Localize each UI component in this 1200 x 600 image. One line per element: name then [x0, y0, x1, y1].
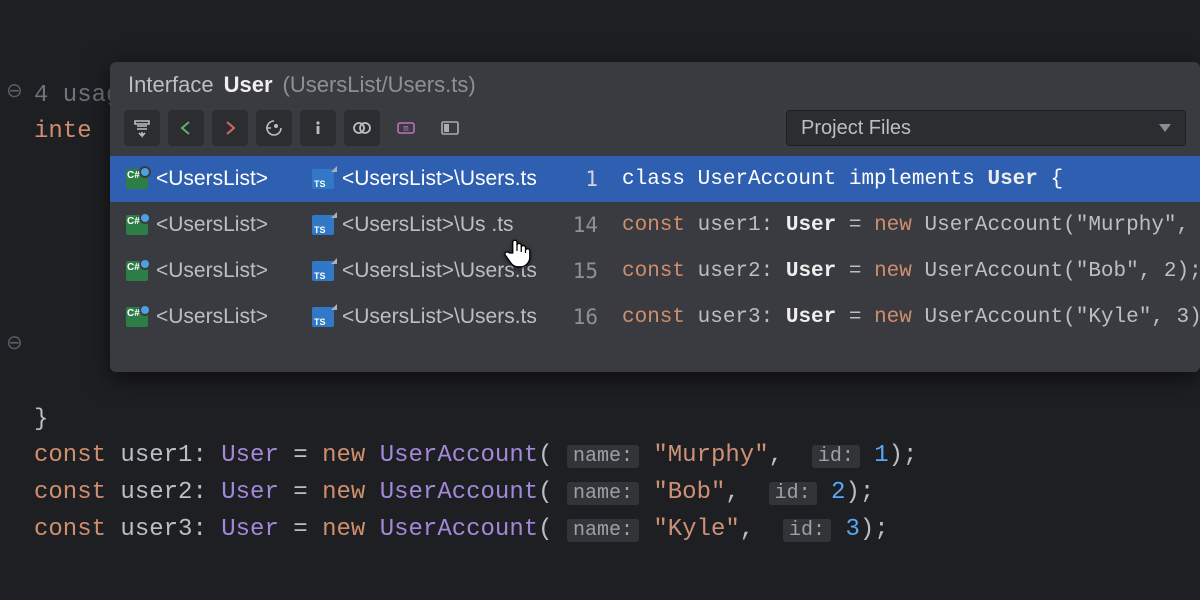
find-usages-popup: Interface User (UsersList/Users.ts) m P [110, 62, 1200, 372]
typescript-file-icon [312, 261, 334, 281]
scope-label: Project Files [801, 117, 911, 140]
fold-gutter-icon[interactable]: ⊖ [6, 330, 23, 355]
popup-title: Interface User (UsersList/Users.ts) [110, 62, 1200, 102]
csharp-module-icon [126, 169, 148, 189]
scope-dropdown[interactable]: Project Files [786, 110, 1186, 146]
csharp-module-icon [126, 307, 148, 327]
usage-result-row[interactable]: <UsersList> <UsersList>\Users.ts 15 cons… [110, 248, 1200, 294]
info-button[interactable] [300, 110, 336, 146]
svg-text:m: m [403, 124, 408, 134]
fold-gutter-icon[interactable]: ⊖ [6, 78, 23, 103]
preview-button[interactable] [432, 110, 468, 146]
usage-result-row[interactable]: <UsersList> <UsersList>\Users.ts 16 cons… [110, 294, 1200, 340]
filter-button[interactable] [344, 110, 380, 146]
typescript-file-icon [312, 215, 334, 235]
csharp-module-icon [126, 261, 148, 281]
results-list: <UsersList> <UsersList>\Users.ts 1 class… [110, 156, 1200, 340]
csharp-module-icon [126, 215, 148, 235]
usage-result-row[interactable]: <UsersList> <UsersList>\Us .ts 14 const … [110, 202, 1200, 248]
usage-result-row[interactable]: <UsersList> <UsersList>\Users.ts 1 class… [110, 156, 1200, 202]
popup-toolbar: m Project Files [110, 102, 1200, 156]
title-kind: Interface [128, 72, 214, 98]
title-name: User [224, 72, 273, 98]
code-preview: class UserAccount implements User { [622, 168, 1184, 191]
code-preview: const user1: User = new UserAccount("Mur… [622, 214, 1200, 237]
group-by-button[interactable] [256, 110, 292, 146]
prev-occurrence-button[interactable] [168, 110, 204, 146]
open-in-toolwindow-button[interactable] [124, 110, 160, 146]
chevron-down-icon [1159, 124, 1171, 132]
title-path: (UsersList/Users.ts) [283, 72, 476, 98]
typescript-file-icon [312, 307, 334, 327]
code-preview: const user3: User = new UserAccount("Kyl… [622, 306, 1200, 329]
code-preview: const user2: User = new UserAccount("Bob… [622, 260, 1200, 283]
next-occurrence-button[interactable] [212, 110, 248, 146]
regex-button[interactable]: m [388, 110, 424, 146]
typescript-file-icon [312, 169, 334, 189]
